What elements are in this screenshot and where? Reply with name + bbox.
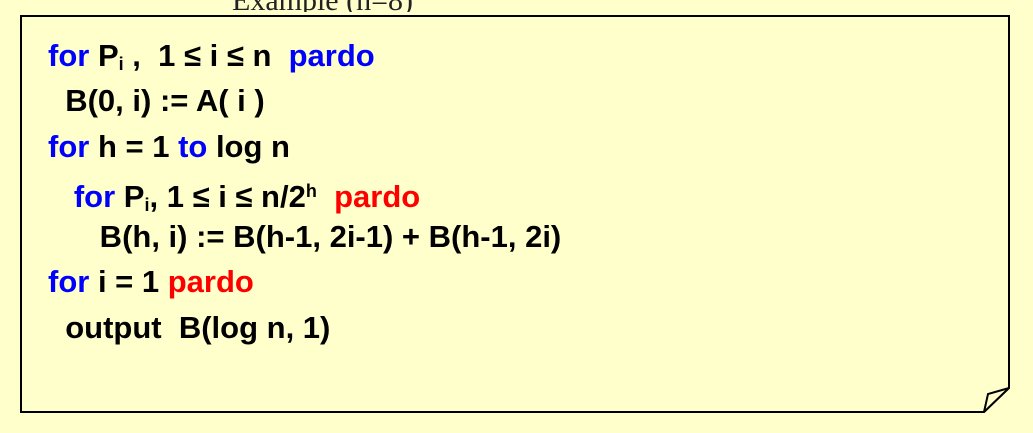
code-line-2: B(0, i) := A( i ) [48,78,561,123]
keyword-pardo-red: pardo [334,178,421,214]
index-range: , 1 ≤ i ≤ n/2 [149,178,306,214]
loop-init: i = 1 [89,264,168,300]
index-range: , 1 ≤ i ≤ n [123,38,289,73]
code-line-6: for i = 1 pardo [48,259,561,304]
keyword-for: for [73,178,116,214]
loop-init: h = 1 [89,128,179,164]
slide-title-text: Example (n=8) [232,0,413,12]
statement-text: B(h, i) := B(h-1, 2i-1) + B(h-1, 2i) [48,219,562,255]
keyword-for: for [48,264,90,300]
statement-text: output B(log n, 1) [48,309,331,345]
code-line-4: for Pi, 1 ≤ i ≤ n/2h pardo [48,169,561,215]
loop-bound: log n [207,128,290,164]
pseudocode-note-box: for Pi , 1 ≤ i ≤ n pardo B(0, i) := A( i… [20,15,1010,413]
code-line-7: output B(log n, 1) [48,305,561,350]
keyword-to: to [178,128,208,164]
keyword-for: for [48,128,90,164]
clipped-slide-title: Example (n=8) [0,0,1033,12]
keyword-for: for [48,38,90,73]
statement-text: B(0, i) := A( i ) [48,83,265,119]
processor-symbol: P [97,38,119,73]
pseudocode-listing: for Pi , 1 ≤ i ≤ n pardo B(0, i) := A( i… [48,33,561,350]
processor-symbol: P [115,178,145,214]
code-line-5: B(h, i) := B(h-1, 2i-1) + B(h-1, 2i) [48,214,562,259]
code-line-1: for Pi , 1 ≤ i ≤ n pardo [48,33,561,78]
keyword-pardo: pardo [288,38,375,73]
code-line-3: for h = 1 to log n [48,124,561,169]
exponent-superscript: h [305,180,317,201]
keyword-pardo-red: pardo [167,264,254,300]
